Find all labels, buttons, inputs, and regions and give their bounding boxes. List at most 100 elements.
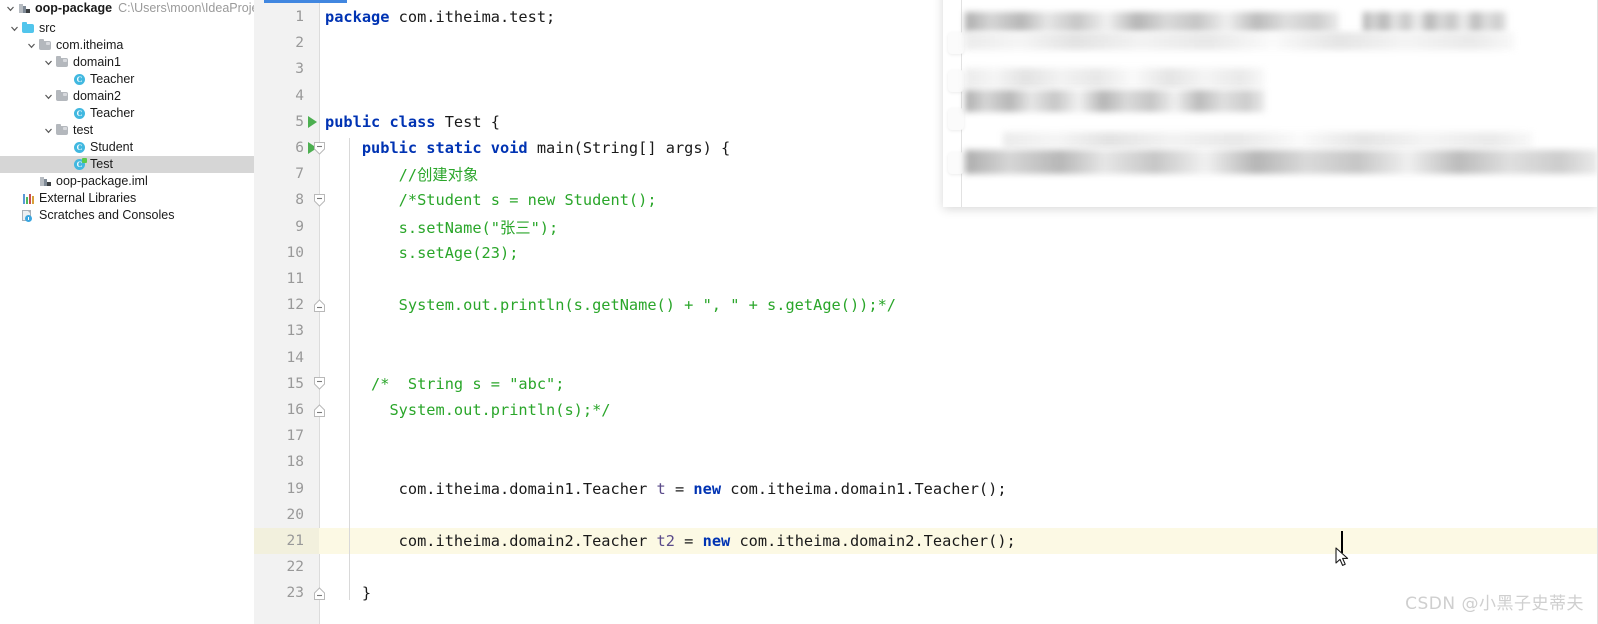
tree-item-src[interactable]: src: [0, 20, 254, 37]
tree-item-domain1[interactable]: domain1: [0, 54, 254, 71]
code-line[interactable]: 14: [254, 345, 1598, 371]
line-number: 6: [295, 140, 304, 157]
tree-item-label: domain2: [73, 89, 121, 103]
project-root-row[interactable]: oop-package C:\Users\moon\IdeaProjects\b…: [0, 0, 254, 17]
code-line[interactable]: 12 System.out.println(s.getName() + ", "…: [254, 292, 1598, 318]
active-tab-indicator: [264, 0, 347, 3]
fold-open-icon[interactable]: [314, 377, 325, 391]
code-line-text: public static void main(String[] args) {: [325, 139, 730, 157]
code-line[interactable]: 19 com.itheima.domain1.Teacher t = new c…: [254, 476, 1598, 502]
overlay-tab-nub: [948, 70, 964, 92]
project-root-label: oop-package: [35, 1, 113, 15]
code-line-text: s.setAge(23);: [325, 244, 519, 262]
tree-item-com-itheima[interactable]: com.itheima: [0, 37, 254, 54]
tree-item-label: Test: [90, 157, 113, 171]
line-number: 5: [295, 113, 304, 130]
line-number: 19: [286, 480, 304, 497]
code-token-plain: main(String[] args) {: [527, 139, 731, 158]
overlay-blur-bar: [965, 90, 1265, 112]
code-line[interactable]: 16 System.out.println(s);*/: [254, 397, 1598, 423]
tree-item-label: domain1: [73, 55, 121, 69]
fold-open-icon[interactable]: [314, 141, 325, 155]
line-number: 11: [286, 271, 304, 288]
overlay-blur-bar: [965, 32, 1515, 50]
overlay-blur-bar: [1363, 12, 1507, 32]
code-line[interactable]: 22: [254, 554, 1598, 580]
chevron-down-icon[interactable]: [25, 39, 38, 52]
fold-open-icon[interactable]: [314, 193, 325, 207]
tree-item-teacher[interactable]: C Teacher: [0, 71, 254, 88]
code-line[interactable]: 20: [254, 502, 1598, 528]
fold-end-icon[interactable]: [314, 403, 325, 417]
code-line-text: System.out.println(s);*/: [325, 401, 610, 419]
code-token-kw: public class: [325, 112, 436, 131]
code-line[interactable]: 23 }: [254, 580, 1598, 606]
folder-blue-icon: [21, 21, 36, 36]
scratches-icon: [21, 208, 36, 223]
code-token-cmt: s.setName("张三");: [325, 218, 559, 237]
blurred-popup-panel: 嵌叉 与 画,: [943, 0, 1598, 207]
java-class-runnable-icon: C: [72, 157, 87, 172]
line-number: 4: [295, 87, 304, 104]
code-line[interactable]: 10 s.setAge(23);: [254, 240, 1598, 266]
code-token-var: t: [656, 479, 666, 498]
code-line-text: com.itheima.domain2.Teacher t2 = new com…: [325, 532, 1016, 550]
package-folder-icon: [38, 38, 53, 53]
tree-item-oop-package-iml[interactable]: oop-package.iml: [0, 173, 254, 190]
code-line[interactable]: 21 com.itheima.domain2.Teacher t2 = new …: [254, 528, 1598, 555]
csdn-watermark: CSDN @小黑子史蒂夫: [1405, 594, 1584, 614]
code-line-text: public class Test {: [325, 113, 500, 131]
code-line[interactable]: 9 s.setName("张三");: [254, 214, 1598, 240]
run-gutter-icon[interactable]: [308, 115, 317, 128]
package-folder-icon: [55, 55, 70, 70]
tree-item-test[interactable]: test: [0, 122, 254, 139]
tree-item-teacher[interactable]: C Teacher: [0, 105, 254, 122]
chevron-down-icon[interactable]: [4, 2, 17, 15]
overlay-tab-nub: [948, 108, 964, 130]
line-number: 22: [286, 559, 304, 576]
code-line[interactable]: 13: [254, 318, 1598, 344]
chevron-down-icon[interactable]: [42, 90, 55, 103]
code-token-var: t2: [656, 532, 675, 551]
line-number: 9: [295, 218, 304, 235]
line-number: 1: [295, 9, 304, 26]
code-token-kw: new: [702, 532, 731, 551]
chevron-down-icon[interactable]: [42, 56, 55, 69]
overlay-blur-bar: [965, 68, 1265, 88]
tree-item-test[interactable]: C Test: [0, 156, 254, 173]
overlay-blur-bar: [965, 12, 1339, 32]
java-class-icon: C: [72, 72, 87, 87]
chevron-down-icon[interactable]: [8, 22, 21, 35]
package-folder-icon: [55, 123, 70, 138]
code-token-kw: public static void: [361, 139, 528, 158]
code-token-plain: com.itheima.domain1.Teacher();: [721, 479, 1007, 498]
code-token-cmt: System.out.println(s.getName() + ", " + …: [325, 296, 896, 315]
project-tool-window[interactable]: oop-package C:\Users\moon\IdeaProjects\b…: [0, 0, 255, 624]
module-file-icon: [17, 1, 32, 16]
ide-window: oop-package C:\Users\moon\IdeaProjects\b…: [0, 0, 1598, 624]
code-line[interactable]: 11: [254, 266, 1598, 292]
fold-end-icon[interactable]: [314, 587, 325, 600]
overlay-blur-bar: [1003, 132, 1533, 148]
code-line[interactable]: 15 /* String s = "abc";: [254, 371, 1598, 397]
code-line[interactable]: 18: [254, 449, 1598, 475]
code-token-plain: com.itheima.domain2.Teacher: [325, 532, 657, 551]
fold-end-icon[interactable]: [314, 299, 325, 312]
libraries-icon: [21, 191, 36, 206]
tree-item-domain2[interactable]: domain2: [0, 88, 254, 105]
code-line-text: /*Student s = new Student();: [325, 191, 657, 209]
chevron-down-icon[interactable]: [42, 124, 55, 137]
tree-item-scratches-and-consoles[interactable]: Scratches and Consoles: [0, 207, 254, 224]
line-number: 7: [295, 166, 304, 183]
line-number: 13: [286, 323, 304, 340]
code-token-plain: com.itheima.domain1.Teacher: [325, 479, 657, 498]
indent-guide: [349, 138, 350, 600]
tree-item-student[interactable]: C Student: [0, 139, 254, 156]
tree-item-external-libraries[interactable]: External Libraries: [0, 190, 254, 207]
overlay-divider: [961, 0, 962, 207]
code-line[interactable]: 17: [254, 423, 1598, 449]
code-token-plain: com.itheima.domain2.Teacher();: [730, 532, 1016, 551]
